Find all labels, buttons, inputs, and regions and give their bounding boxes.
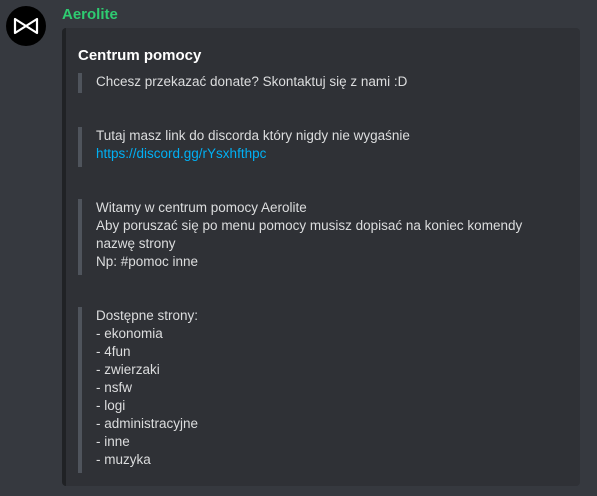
bowtie-logo-icon xyxy=(13,17,39,35)
quote-line: Np: #pomoc inne xyxy=(96,254,199,269)
page-list-item: - inne xyxy=(96,434,130,449)
avatar[interactable] xyxy=(6,6,46,46)
page-list-item: - administracyjne xyxy=(96,416,199,431)
page-list-item: - zwierzaki xyxy=(96,362,160,377)
author-name[interactable]: Aerolite xyxy=(62,6,118,24)
embed-quote-invite: Tutaj masz link do discorda który nigdy … xyxy=(78,127,410,167)
discord-invite-link[interactable]: https://discord.gg/rYsxhfthpc xyxy=(96,145,410,163)
page-list-item: - ekonomia xyxy=(96,326,163,341)
page-list-item: - nsfw xyxy=(96,380,133,395)
embed-quote-welcome: Witamy w centrum pomocy Aerolite Aby por… xyxy=(78,199,556,275)
page-list-item: - 4fun xyxy=(96,344,131,359)
embed-quote-donate: Chcesz przekazać donate? Skontaktuj się … xyxy=(78,73,407,93)
pages-heading: Dostępne strony: xyxy=(96,308,199,323)
quote-line: Witamy w centrum pomocy Aerolite xyxy=(96,200,307,215)
quote-line: Tutaj masz link do discorda który nigdy … xyxy=(96,128,410,143)
page-list-item: - muzyka xyxy=(96,452,151,467)
page-list-item: - logi xyxy=(96,398,126,413)
embed-card: Centrum pomocy Chcesz przekazać donate? … xyxy=(62,28,580,486)
chat-message: Aerolite Centrum pomocy Chcesz przekazać… xyxy=(0,0,597,496)
quote-line: Aby poruszać się po menu pomocy musisz d… xyxy=(96,218,523,251)
quote-line: Chcesz przekazać donate? Skontaktuj się … xyxy=(96,74,408,89)
embed-quote-pages: Dostępne strony: - ekonomia - 4fun - zwi… xyxy=(78,307,198,473)
embed-title: Centrum pomocy xyxy=(78,47,202,64)
